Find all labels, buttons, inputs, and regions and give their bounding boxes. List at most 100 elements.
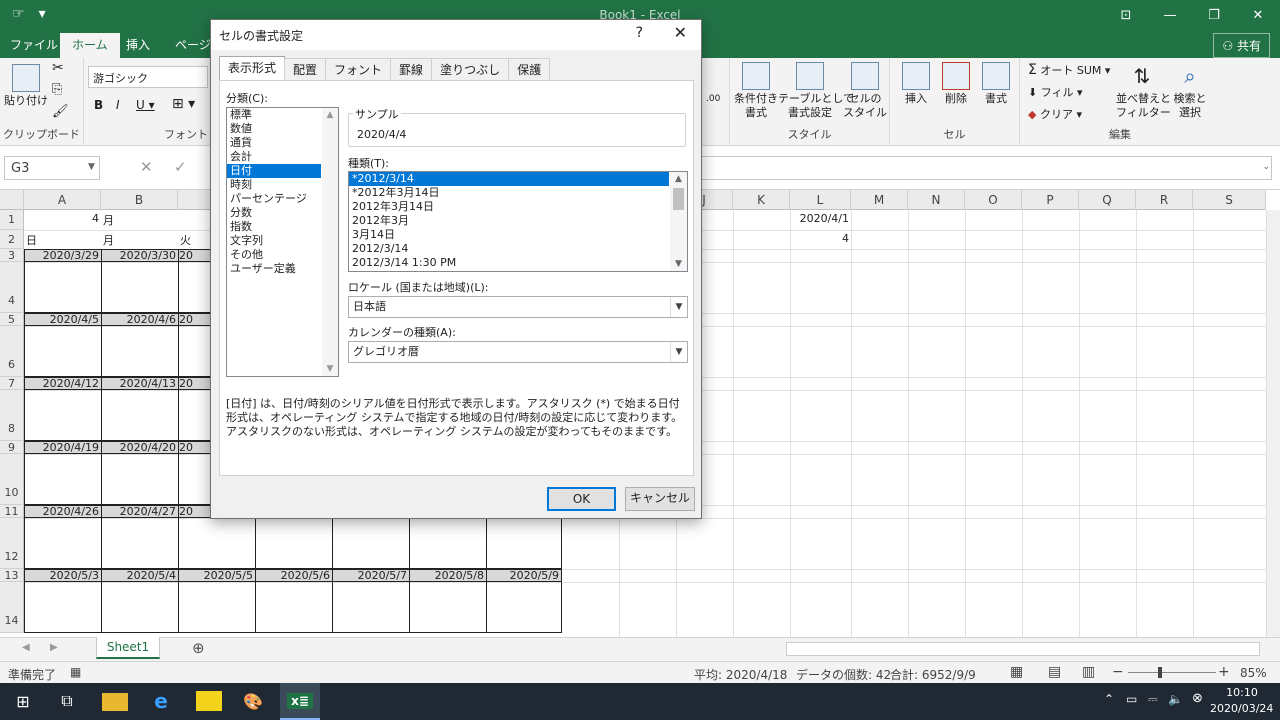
namebox-dropdown-icon[interactable]: ▼ (88, 162, 95, 172)
list-item[interactable]: 標準 (227, 108, 321, 122)
row-header[interactable]: 6 (0, 326, 24, 377)
tab-alignment[interactable]: 配置 (284, 58, 327, 80)
page-break-view-icon[interactable]: ▥ (1082, 664, 1095, 680)
column-header[interactable]: B (101, 190, 178, 210)
column-header[interactable]: P (1022, 190, 1079, 210)
column-header[interactable]: L (790, 190, 851, 210)
list-item[interactable]: 2012年3月14日 (349, 200, 669, 214)
column-header[interactable]: K (733, 190, 790, 210)
zoom-in-icon[interactable]: + (1218, 664, 1230, 680)
column-header[interactable]: Q (1079, 190, 1136, 210)
calendar-blank-row[interactable] (24, 582, 562, 633)
row-header[interactable]: 10 (0, 454, 24, 505)
locale-select[interactable]: 日本語 ▼ (348, 296, 688, 318)
list-item[interactable]: パーセンテージ (227, 192, 321, 206)
zoom-level[interactable]: 85% (1240, 666, 1267, 680)
date-cell[interactable]: 2020/3/29 (25, 250, 102, 261)
scroll-up-icon[interactable]: ▲ (322, 110, 338, 120)
sort-filter-button[interactable]: ⇅ 並べ替えと フィルター (1116, 62, 1171, 120)
normal-view-icon[interactable]: ▦ (1010, 664, 1023, 680)
task-view-icon[interactable]: ⧉ (54, 689, 80, 713)
chevron-down-icon[interactable]: ▼ (670, 342, 687, 362)
select-all-corner[interactable] (0, 190, 24, 210)
zoom-slider-thumb[interactable] (1158, 667, 1162, 678)
cut-icon[interactable]: ✂ (52, 60, 64, 76)
underline-icon[interactable]: U ▾ (136, 98, 155, 112)
expand-formula-icon[interactable]: ⌄ (1262, 162, 1270, 172)
font-name-box[interactable]: 游ゴシック (88, 66, 208, 88)
list-item-selected[interactable]: *2012/3/14 (349, 172, 669, 186)
list-item[interactable]: 分数 (227, 206, 321, 220)
row-header[interactable]: 7 (0, 377, 24, 390)
row-header[interactable]: 2 (0, 230, 24, 249)
format-painter-icon[interactable]: 🖌 (52, 104, 69, 119)
autosum-button[interactable]: Σ オート SUM ▾ (1028, 62, 1110, 78)
list-item[interactable]: 2012年3月 (349, 214, 669, 228)
volume-icon[interactable]: 🔈 (1168, 692, 1183, 706)
ok-button[interactable]: OK (547, 487, 616, 511)
date-cell[interactable]: 2020/3/30 (102, 250, 179, 261)
date-cell[interactable]: 2020/4/26 (25, 506, 102, 517)
excel-taskbar-icon[interactable]: x≣ (280, 683, 320, 720)
list-item[interactable]: 指数 (227, 220, 321, 234)
insert-cells-button[interactable]: 挿入 (896, 62, 936, 106)
conditional-format-button[interactable]: 条件付き 書式 (732, 62, 780, 120)
list-item[interactable]: 2012/3/14 1:30 PM (349, 256, 669, 270)
date-cell[interactable]: 2020/5/9 (487, 570, 561, 581)
decrease-decimal-icon[interactable]: .00 (706, 94, 720, 104)
category-list[interactable]: 標準 数値 通貨 会計 日付 時刻 パーセンテージ 分数 指数 文字列 その他 … (226, 107, 339, 377)
zoom-out-icon[interactable]: − (1112, 664, 1124, 680)
row-header[interactable]: 13 (0, 569, 24, 582)
restore-icon[interactable]: ❐ (1192, 0, 1236, 30)
date-cell[interactable]: 2020/5/6 (256, 570, 333, 581)
date-cell[interactable]: 2020/5/4 (102, 570, 179, 581)
type-list[interactable]: *2012/3/14 *2012年3月14日 2012年3月14日 2012年3… (348, 171, 688, 272)
zoom-slider[interactable] (1128, 672, 1216, 673)
list-item[interactable]: 文字列 (227, 234, 321, 248)
prev-sheet-icon[interactable]: ◀ (22, 642, 30, 653)
name-box[interactable]: G3 (4, 156, 100, 180)
cell-b2[interactable]: 月 (101, 232, 178, 248)
row-header[interactable]: 8 (0, 390, 24, 441)
row-header[interactable]: 11 (0, 505, 24, 518)
column-header[interactable]: S (1193, 190, 1266, 210)
row-header[interactable]: 4 (0, 262, 24, 313)
date-cell[interactable]: 2020/4/13 (102, 378, 179, 389)
find-select-button[interactable]: ⌕ 検索と 選択 (1170, 62, 1210, 120)
file-explorer-icon[interactable] (102, 693, 128, 711)
edge-icon[interactable]: e (148, 689, 174, 713)
column-header[interactable]: R (1136, 190, 1193, 210)
date-cell[interactable]: 20 (179, 250, 211, 261)
close-icon[interactable]: ✕ (1236, 0, 1280, 30)
tab-font[interactable]: フォント (325, 58, 392, 80)
calendar-select[interactable]: グレゴリオ暦 ▼ (348, 341, 688, 363)
format-cells-button[interactable]: 書式 (976, 62, 1016, 106)
column-header[interactable]: A (24, 190, 101, 210)
paste-button[interactable]: 貼り付け (4, 64, 48, 108)
date-row[interactable]: 2020/5/3 2020/5/4 2020/5/5 2020/5/6 2020… (24, 569, 562, 582)
paint-icon[interactable]: 🎨 (240, 689, 266, 713)
tab-file[interactable]: ファイル (10, 36, 58, 53)
help-button[interactable]: ? (636, 25, 643, 41)
date-cell[interactable]: 2020/5/5 (179, 570, 256, 581)
date-cell[interactable]: 2020/4/6 (102, 314, 179, 325)
list-item[interactable]: *2012年3月14日 (349, 186, 669, 200)
cell-c2[interactable]: 火 (178, 232, 213, 248)
scroll-down-icon[interactable]: ▼ (322, 364, 338, 374)
row-header[interactable]: 9 (0, 441, 24, 454)
vertical-scrollbar[interactable] (1266, 210, 1280, 637)
clock-date[interactable]: 2020/03/24 (1210, 702, 1273, 715)
date-cell[interactable]: 2020/5/3 (25, 570, 102, 581)
macro-record-icon[interactable]: ▦ (70, 665, 81, 679)
tab-fill[interactable]: 塗りつぶし (431, 58, 510, 80)
category-scrollbar[interactable]: ▲ ▼ (322, 108, 338, 376)
column-header[interactable]: N (908, 190, 965, 210)
row-header[interactable]: 3 (0, 249, 24, 262)
list-item[interactable]: 2012/3/14 (349, 242, 669, 256)
horizontal-scrollbar[interactable] (786, 642, 1260, 656)
tab-protection[interactable]: 保護 (508, 58, 551, 80)
ribbon-display-icon[interactable]: ⊡ (1104, 0, 1148, 30)
tab-home[interactable]: ホーム (60, 33, 120, 58)
date-cell[interactable]: 2020/4/20 (102, 442, 179, 453)
tab-page-layout[interactable]: ページ (175, 36, 211, 53)
